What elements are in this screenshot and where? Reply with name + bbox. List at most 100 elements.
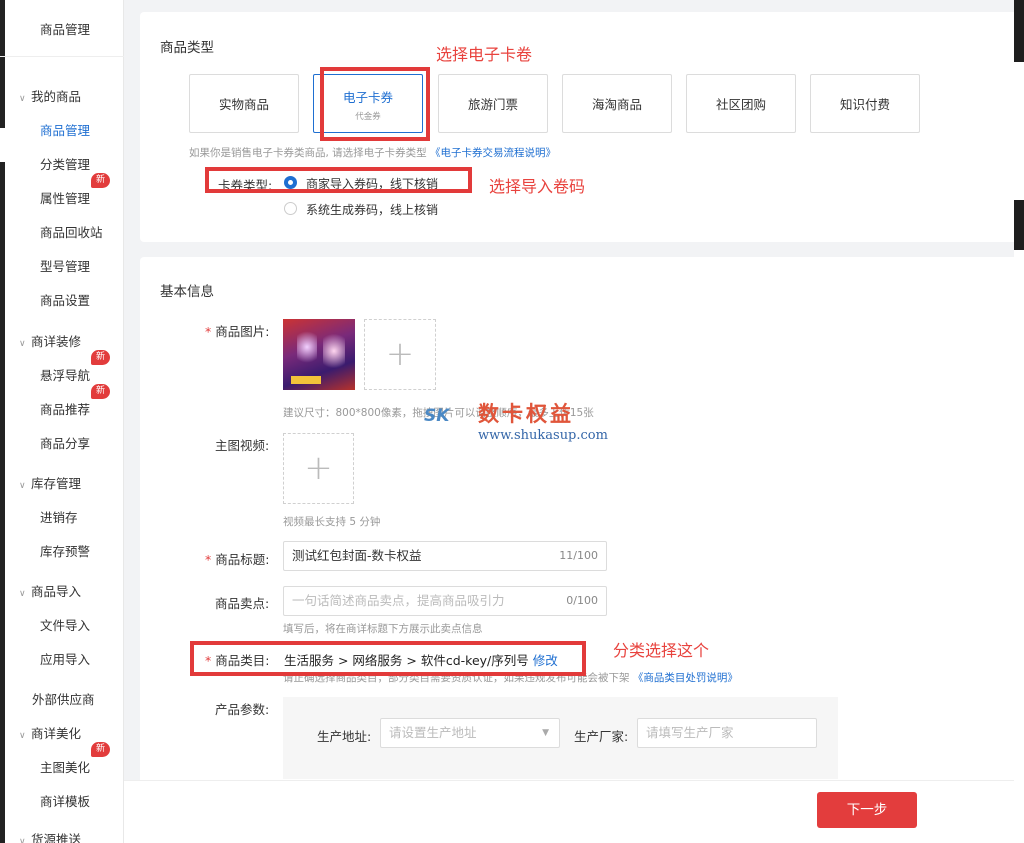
product-image-thumbnail[interactable] xyxy=(283,319,355,390)
chevron-down-icon: ∨ xyxy=(19,731,26,741)
type-card-physical[interactable]: 实物商品 xyxy=(189,74,299,133)
chevron-down-icon: ∨ xyxy=(19,339,26,349)
annotation-select-ecard: 选择电子卡卷 xyxy=(436,45,533,64)
sidebar-item-detail-template[interactable]: 商详模板 xyxy=(40,791,90,810)
ecard-flow-link[interactable]: 《电子卡券交易流程说明》 xyxy=(430,147,556,159)
title-label: * 商品标题: xyxy=(205,549,269,568)
hint-text: 如果你是销售电子卡券类商品, 请选择电子卡券类型 xyxy=(189,147,427,159)
next-step-button[interactable]: 下一步 xyxy=(817,792,917,828)
sidebar-item-recycle[interactable]: 商品回收站 xyxy=(40,222,103,241)
title-input[interactable]: 测试红包封面-数卡权益 11/100 xyxy=(283,541,607,571)
type-hint: 如果你是销售电子卡券类商品, 请选择电子卡券类型 《电子卡券交易流程说明》 xyxy=(189,145,556,160)
sidebar-top-item[interactable]: 商品管理 xyxy=(40,19,90,38)
sidebar-item-model-mgmt[interactable]: 型号管理 xyxy=(40,256,90,275)
sidebar-group-cut-off[interactable]: ∨ 货源推送 xyxy=(19,829,81,843)
origin-select[interactable]: 请设置生产地址 ▼ xyxy=(380,718,560,748)
annotation-box-ecard xyxy=(320,67,430,141)
input-placeholder: 请设置生产地址 xyxy=(389,725,477,740)
watermark-url: www.shukasup.com xyxy=(478,428,608,443)
origin-label: 生产地址: xyxy=(317,729,372,744)
type-card-group-buy[interactable]: 社区团购 xyxy=(686,74,796,133)
sidebar-group-beautify[interactable]: ∨ 商详美化 xyxy=(19,723,81,742)
maker-input[interactable]: 请填写生产厂家 xyxy=(637,718,817,748)
sidebar-item-share[interactable]: 商品分享 xyxy=(40,433,90,452)
sidebar-group-label: 商详装修 xyxy=(31,334,82,349)
sidebar-item-goods-mgmt[interactable]: 商品管理 xyxy=(40,120,90,139)
thumbnail-label-bar xyxy=(291,376,321,384)
chevron-down-icon: ∨ xyxy=(19,837,26,843)
annotation-box-card-type xyxy=(205,167,472,193)
input-placeholder: 请填写生产厂家 xyxy=(646,725,734,740)
sidebar-group-import[interactable]: ∨ 商品导入 xyxy=(19,581,81,600)
type-card-label: 实物商品 xyxy=(218,97,269,112)
category-penalty-link[interactable]: 《商品类目处罚说明》 xyxy=(633,672,738,684)
new-badge: 新 xyxy=(91,384,110,399)
scrollbar-thumb[interactable] xyxy=(1014,0,1024,62)
sidebar-item-recommend[interactable]: 商品推荐 xyxy=(40,399,90,418)
sidebar-group-my-goods[interactable]: ∨ 我的商品 xyxy=(19,86,81,105)
radio-system-generate[interactable] xyxy=(284,202,297,215)
radio-system-generate-label[interactable]: 系统生成券码，线上核销 xyxy=(306,201,438,218)
type-card-knowledge[interactable]: 知识付费 xyxy=(810,74,920,133)
type-card-overseas[interactable]: 海淘商品 xyxy=(562,74,672,133)
input-value: 测试红包封面-数卡权益 xyxy=(292,548,422,563)
sidebar-group-detail-decor[interactable]: ∨ 商详装修 xyxy=(19,331,81,350)
sidebar-group-label: 商详美化 xyxy=(31,726,82,741)
panel-title: 基本信息 xyxy=(160,284,214,300)
type-card-travel[interactable]: 旅游门票 xyxy=(438,74,548,133)
plus-icon: + xyxy=(385,334,415,374)
type-card-label: 旅游门票 xyxy=(467,97,518,112)
required-icon: * xyxy=(205,324,212,339)
image-label: * 商品图片: xyxy=(205,321,269,340)
chevron-down-icon: ▼ xyxy=(542,728,549,738)
annotation-select-import: 选择导入卷码 xyxy=(489,177,586,196)
char-count: 0/100 xyxy=(566,594,598,607)
sidebar-edge xyxy=(0,162,5,843)
video-label: 主图视频: xyxy=(215,438,270,453)
sidebar-item-purchase-sale[interactable]: 进销存 xyxy=(40,507,78,526)
sidebar-item-app-import[interactable]: 应用导入 xyxy=(40,649,90,668)
required-icon: * xyxy=(205,552,212,567)
watermark: SK 数卡权益 www.shukasup.com xyxy=(418,396,618,448)
panel-title: 商品类型 xyxy=(160,40,214,56)
type-card-label: 知识付费 xyxy=(839,97,890,112)
selling-point-input[interactable]: 一句话简述商品卖点，提高商品吸引力 0/100 xyxy=(283,586,607,616)
params-label: 产品参数: xyxy=(215,702,270,717)
new-badge: 新 xyxy=(91,742,110,757)
input-placeholder: 一句话简述商品卖点，提高商品吸引力 xyxy=(292,593,505,608)
thumbnail-glow xyxy=(323,329,345,373)
sidebar-item-main-img[interactable]: 主图美化 xyxy=(40,757,90,776)
watermark-name: 数卡权益 xyxy=(478,401,574,426)
sidebar-item-file-import[interactable]: 文件导入 xyxy=(40,615,90,634)
add-image-button[interactable]: + xyxy=(364,319,436,390)
sidebar-group-stock[interactable]: ∨ 库存管理 xyxy=(19,473,81,492)
new-badge: 新 xyxy=(91,350,110,365)
char-count: 11/100 xyxy=(559,549,598,562)
sidebar-group-label: 我的商品 xyxy=(31,89,82,104)
label-text: 商品图片: xyxy=(215,324,270,339)
annotation-box-category xyxy=(190,641,586,676)
chevron-down-icon: ∨ xyxy=(19,481,26,491)
sidebar-item-external-supplier[interactable]: 外部供应商 xyxy=(32,689,95,708)
scrollbar[interactable] xyxy=(1014,0,1024,843)
new-badge: 新 xyxy=(91,173,110,188)
sidebar-item-stock-alert[interactable]: 库存预警 xyxy=(40,541,90,560)
sidebar-item-goods-settings[interactable]: 商品设置 xyxy=(40,290,90,309)
chevron-down-icon: ∨ xyxy=(19,94,26,104)
sidebar-item-attr-mgmt[interactable]: 属性管理 xyxy=(40,188,90,207)
type-card-label: 海淘商品 xyxy=(591,97,642,112)
label-text: 商品标题: xyxy=(215,552,270,567)
sidebar-item-float-nav[interactable]: 悬浮导航 xyxy=(40,365,90,384)
divider xyxy=(0,56,124,57)
sidebar: 商品管理 ∨ 我的商品 商品管理 分类管理 新 属性管理 商品回收站 型号管理 商… xyxy=(0,0,124,843)
sidebar-group-label: 货源推送 xyxy=(31,832,82,843)
maker-label: 生产厂家: xyxy=(574,729,629,744)
scrollbar-thumb[interactable] xyxy=(1014,200,1024,250)
add-video-button[interactable]: + xyxy=(283,433,354,504)
sidebar-group-label: 商品导入 xyxy=(31,584,82,599)
watermark-logo: SK xyxy=(424,406,450,426)
sidebar-item-category-mgmt[interactable]: 分类管理 xyxy=(40,154,90,173)
thumbnail-glow xyxy=(297,327,317,367)
sidebar-group-label: 库存管理 xyxy=(31,476,82,491)
chevron-down-icon: ∨ xyxy=(19,589,26,599)
